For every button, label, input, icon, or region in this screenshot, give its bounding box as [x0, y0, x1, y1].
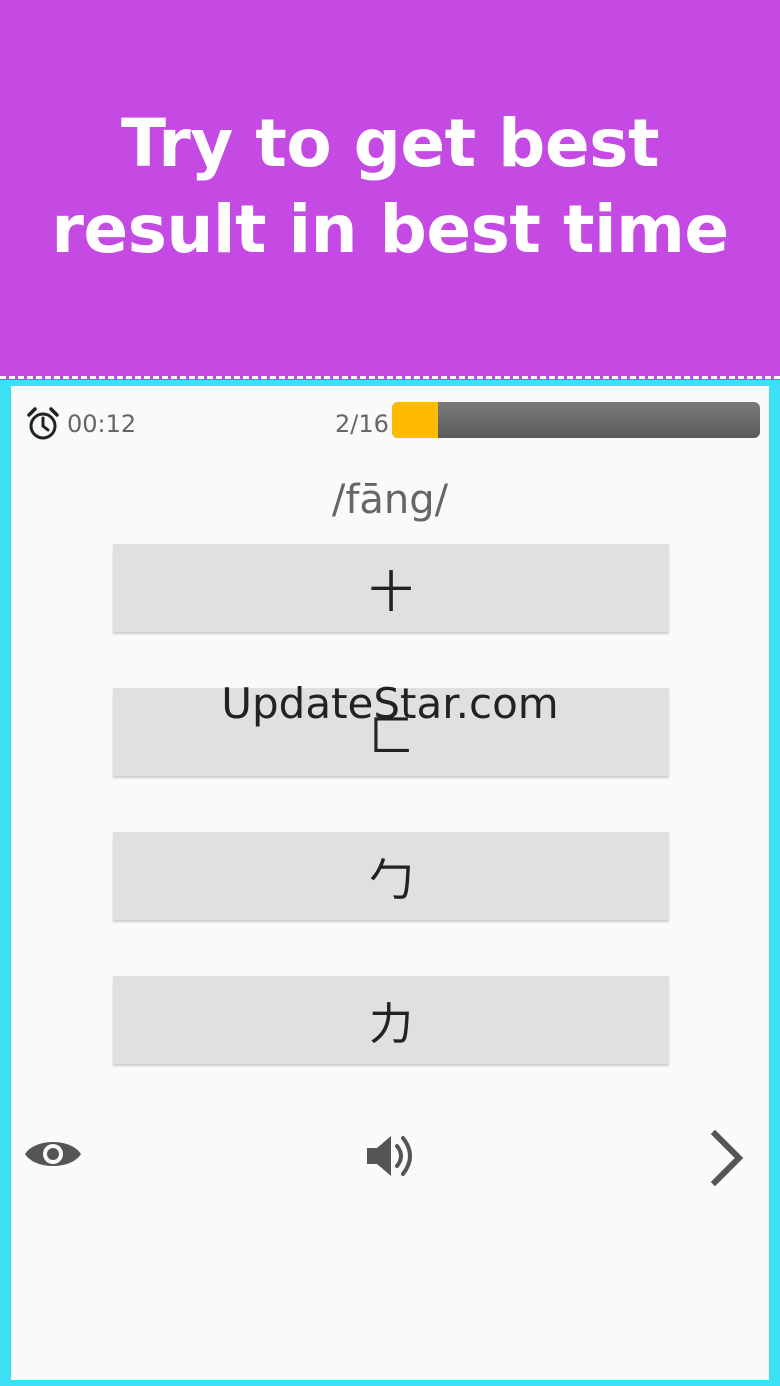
speaker-icon[interactable] — [365, 1132, 417, 1180]
device-frame: 00:12 2/16 /fāng/ 十 匚 勹 力 UpdateStar.com — [0, 380, 780, 1386]
watermark-text: UpdateStar.com — [221, 679, 559, 728]
timer-text: 00:12 — [67, 410, 137, 438]
answer-option-4[interactable]: 力 — [113, 976, 669, 1064]
chevron-right-icon[interactable] — [707, 1130, 747, 1186]
promo-headline: Try to get best result in best time — [51, 105, 729, 268]
alarm-clock-icon — [27, 407, 59, 440]
answer-option-3[interactable]: 勹 — [113, 832, 669, 920]
promo-banner: Try to get best result in best time — [0, 0, 780, 378]
dashed-divider — [0, 376, 780, 379]
pinyin-prompt: /fāng/ — [331, 477, 449, 523]
progress-fill — [392, 402, 438, 438]
answer-option-1[interactable]: 十 — [113, 544, 669, 632]
progress-bar — [392, 402, 760, 438]
question-counter: 2/16 — [335, 410, 389, 438]
quiz-screen: 00:12 2/16 /fāng/ 十 匚 勹 力 UpdateStar.com — [11, 386, 769, 1380]
eye-icon[interactable] — [23, 1134, 83, 1174]
